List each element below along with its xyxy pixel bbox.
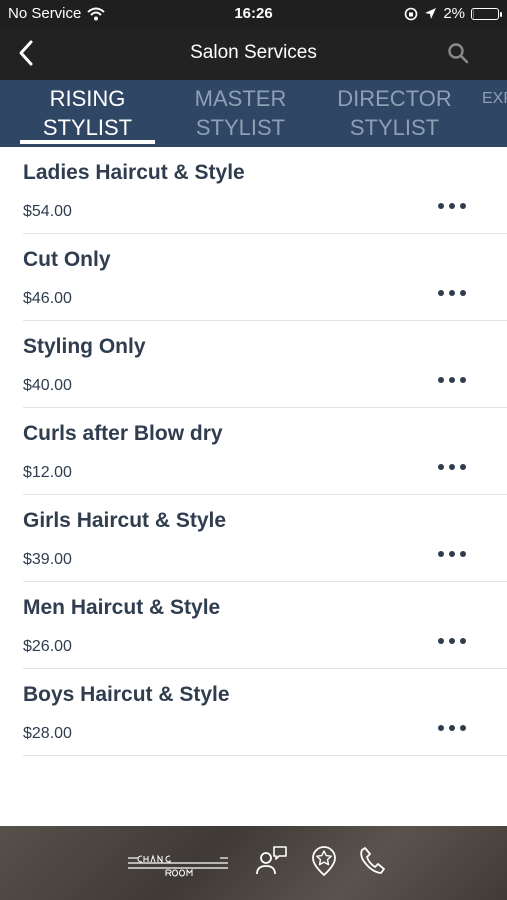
service-price: $40.00	[23, 377, 72, 394]
battery-percent: 2%	[443, 5, 465, 22]
service-name: Girls Haircut & Style	[23, 509, 227, 532]
tab-rising-stylist[interactable]: RISING STYLIST	[20, 84, 155, 142]
footer-bar	[0, 826, 507, 900]
search-icon[interactable]	[447, 42, 469, 64]
orientation-lock-icon	[405, 7, 418, 20]
service-item[interactable]: Boys Haircut & Style $28.00	[0, 669, 507, 756]
phone-icon[interactable]	[356, 844, 390, 878]
star-badge-icon[interactable]	[307, 844, 341, 878]
service-price: $39.00	[23, 551, 72, 568]
service-price: $28.00	[23, 725, 72, 742]
service-item[interactable]: Men Haircut & Style $26.00	[0, 582, 507, 669]
tab-label-line1: DIRECTOR	[337, 86, 452, 111]
more-options-icon[interactable]	[430, 719, 474, 737]
tab-master-stylist[interactable]: MASTER STYLIST	[173, 84, 308, 142]
service-name: Curls after Blow dry	[23, 422, 223, 445]
tab-label-line1: RISING	[49, 86, 126, 111]
battery-icon	[471, 7, 502, 20]
service-item[interactable]: Ladies Haircut & Style $54.00	[0, 147, 507, 234]
tab-label-line1: EXP	[482, 90, 507, 107]
status-right: 2%	[404, 5, 502, 22]
service-price: $46.00	[23, 290, 72, 307]
service-item[interactable]: Cut Only $46.00	[0, 234, 507, 321]
service-price: $54.00	[23, 203, 72, 220]
tab-director-stylist[interactable]: DIRECTOR STYLIST	[327, 84, 462, 142]
tab-label-line1: MASTER	[194, 86, 287, 111]
more-options-icon[interactable]	[430, 545, 474, 563]
tab-label-line2: STYLIST	[195, 115, 286, 140]
more-options-icon[interactable]	[430, 197, 474, 215]
service-name: Cut Only	[23, 248, 111, 271]
more-options-icon[interactable]	[430, 632, 474, 650]
service-item[interactable]: Styling Only $40.00	[0, 321, 507, 408]
more-options-icon[interactable]	[430, 458, 474, 476]
page-title: Salon Services	[190, 42, 317, 63]
service-name: Ladies Haircut & Style	[23, 161, 245, 184]
tab-label-line2: STYLIST	[42, 115, 133, 140]
location-arrow-icon	[425, 8, 437, 19]
more-options-icon[interactable]	[430, 284, 474, 302]
active-tab-indicator	[20, 140, 155, 144]
more-options-icon[interactable]	[430, 371, 474, 389]
chat-person-icon[interactable]	[254, 844, 288, 878]
nav-bar: Salon Services	[0, 28, 507, 80]
service-price: $26.00	[23, 638, 72, 655]
service-item[interactable]: Girls Haircut & Style $39.00	[0, 495, 507, 582]
status-bar: No Service 16:26 2%	[0, 0, 507, 28]
divider	[23, 755, 507, 756]
tab-exp-partial[interactable]: EXP	[482, 84, 507, 113]
service-list: Ladies Haircut & Style $54.00 Cut Only $…	[0, 147, 507, 756]
service-price: $12.00	[23, 464, 72, 481]
battery-fill	[473, 9, 474, 18]
service-name: Boys Haircut & Style	[23, 683, 230, 706]
changing-room-logo[interactable]	[128, 848, 230, 878]
service-item[interactable]: Curls after Blow dry $12.00	[0, 408, 507, 495]
tab-label-line2: STYLIST	[349, 115, 440, 140]
stylist-tabs: RISING STYLIST MASTER STYLIST DIRECTOR S…	[0, 80, 507, 147]
service-name: Styling Only	[23, 335, 146, 358]
service-name: Men Haircut & Style	[23, 596, 221, 619]
